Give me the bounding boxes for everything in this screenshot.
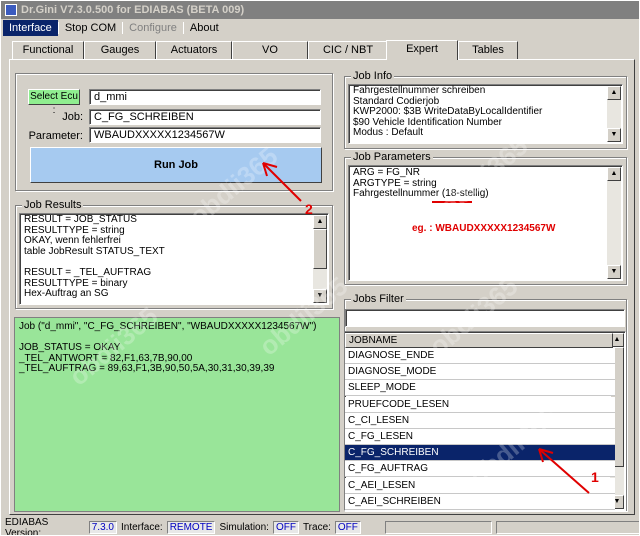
ediabas-version-label: EDIABAS Version: bbox=[5, 516, 49, 536]
status-panel bbox=[384, 521, 492, 534]
interface-value: REMOTE bbox=[166, 521, 216, 534]
annotation-1: 1 bbox=[591, 469, 599, 485]
trace-value: OFF bbox=[334, 521, 361, 534]
status-panel bbox=[495, 521, 639, 534]
tab-expert[interactable]: Expert bbox=[386, 40, 458, 60]
status-bar: EDIABAS Version: 7.3.0 Interface: REMOTE… bbox=[1, 516, 639, 536]
annotation-arrows bbox=[262, 162, 590, 494]
arrow-1-line bbox=[538, 448, 590, 494]
interface-label: Interface: bbox=[120, 522, 163, 533]
trace-label: Trace: bbox=[302, 522, 331, 533]
main-window: Dr.Gini V7.3.0.500 for EDIABAS (BETA 009… bbox=[0, 0, 640, 536]
arrow-2-line bbox=[262, 162, 302, 202]
simulation-value: OFF bbox=[272, 521, 299, 534]
annotation-2: 2 bbox=[305, 201, 313, 217]
ediabas-version-value: 7.3.0 bbox=[88, 521, 117, 534]
simulation-label: Simulation: bbox=[219, 522, 269, 533]
